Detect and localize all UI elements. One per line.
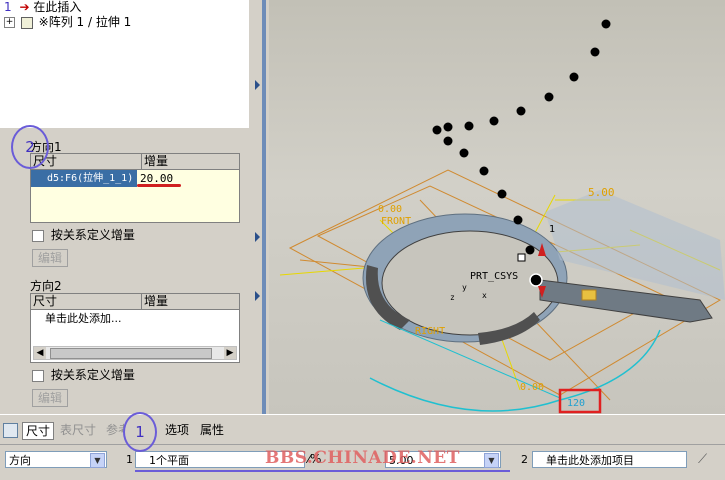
- horizontal-scrollbar[interactable]: ◀ ▶: [33, 346, 237, 360]
- splitter-bar: [262, 0, 266, 414]
- model-view: FRONT RIGHT PRT_CSYS 5.00 0.00 0.00 120 …: [279, 19, 725, 414]
- col-increment: 增量: [144, 154, 169, 168]
- tab-references[interactable]: 参考: [106, 422, 124, 438]
- table-header: 尺寸 增量: [31, 154, 239, 170]
- axis-x: x: [482, 291, 487, 300]
- model-tree: 1 ➔ 在此插入 + ※阵列 1 / 拉伸 1: [0, 0, 250, 128]
- edit-button-1[interactable]: 编辑: [32, 249, 68, 267]
- resize-grip-icon[interactable]: ⟋: [698, 452, 707, 467]
- plane-value: 1个平面: [149, 454, 189, 467]
- label-front: FRONT: [381, 216, 411, 227]
- relation-checkbox-row-1[interactable]: 按关系定义增量: [32, 228, 135, 243]
- handle-square: [517, 253, 526, 262]
- label-dim-bottom: 0.00: [520, 382, 544, 393]
- drag-handle: [529, 273, 543, 287]
- direction1-table: 尺寸 增量 d5:F6(拉伸_1_1) 20.00: [30, 153, 240, 223]
- axis-z: z: [450, 293, 455, 302]
- tab-properties[interactable]: 属性: [200, 422, 224, 438]
- scroll-thumb[interactable]: [50, 348, 212, 359]
- direction2-title: 方向2: [30, 279, 62, 293]
- tab-dimensions[interactable]: 尺寸: [22, 422, 55, 440]
- label-csys: PRT_CSYS: [470, 271, 518, 282]
- relation-checkbox[interactable]: [32, 229, 44, 242]
- dimension-cell[interactable]: d5:F6(拉伸_1_1): [31, 170, 137, 187]
- direction-type-value: 方向: [9, 454, 31, 467]
- direction-type-select[interactable]: 方向 ▼: [5, 451, 107, 468]
- label-dim-5: 5.00: [588, 186, 615, 199]
- label-dim-boxed: 120: [567, 398, 585, 409]
- add-hint[interactable]: 单击此处添加...: [31, 310, 122, 327]
- tab-table-dimensions[interactable]: 表尺寸: [60, 422, 96, 438]
- tree-item-insert-here[interactable]: 1 ➔ 在此插入: [4, 0, 81, 15]
- scroll-right-icon[interactable]: ▶: [224, 347, 236, 359]
- scroll-left-icon[interactable]: ◀: [34, 347, 46, 359]
- relation-label: 按关系定义增量: [50, 368, 135, 382]
- red-underline: [137, 184, 181, 187]
- table-header: 尺寸 增量: [31, 294, 239, 310]
- col-increment: 增量: [144, 294, 169, 308]
- relation-checkbox-row-2[interactable]: 按关系定义增量: [32, 368, 135, 383]
- tree-item-label: ※阵列 1 / 拉伸 1: [38, 15, 132, 29]
- col-dimension: 尺寸: [31, 154, 142, 169]
- label-dim-top: 0.00: [378, 204, 402, 215]
- slot2-field[interactable]: 单击此处添加项目: [532, 451, 687, 468]
- panel-splitter[interactable]: [249, 0, 269, 414]
- watermark: BBS.CHINADE.NET: [265, 448, 460, 468]
- slot2-hint: 单击此处添加项目: [546, 454, 634, 467]
- chevron-down-icon[interactable]: ▼: [90, 453, 105, 468]
- sash-arrow-icon[interactable]: [255, 291, 260, 301]
- dashboard-tabs: 尺寸 表尺寸 参考 选项 属性: [0, 414, 725, 445]
- relation-checkbox[interactable]: [32, 369, 44, 382]
- left-panel: 1 ➔ 在此插入 + ※阵列 1 / 拉伸 1 方向1 尺寸 增量 d5:F6(…: [0, 0, 250, 414]
- callout-1: 1: [123, 412, 157, 452]
- grid-icon[interactable]: [3, 423, 18, 438]
- pattern-icon: [20, 16, 33, 29]
- tree-item-pattern[interactable]: + ※阵列 1 / 拉伸 1: [4, 15, 131, 30]
- edit-button-2[interactable]: 编辑: [32, 389, 68, 407]
- slot2-number: 2: [521, 453, 528, 466]
- col-dimension: 尺寸: [31, 294, 142, 309]
- axis-y: y: [462, 283, 467, 292]
- add-row[interactable]: 单击此处添加...: [31, 310, 239, 327]
- expand-icon[interactable]: +: [4, 17, 15, 28]
- tree-item-label: 在此插入: [33, 0, 82, 14]
- sash-arrow-icon[interactable]: [255, 80, 260, 90]
- table-row[interactable]: d5:F6(拉伸_1_1) 20.00: [31, 170, 239, 187]
- slot1-number: 1: [126, 453, 133, 466]
- direction2-table: 尺寸 增量 单击此处添加... ◀ ▶: [30, 293, 240, 363]
- label-marker-1: 1: [549, 224, 555, 235]
- sash-arrow-icon[interactable]: [255, 232, 260, 242]
- tree-number: 1: [4, 0, 12, 14]
- relation-label: 按关系定义增量: [50, 228, 135, 242]
- underline-annotation: [135, 470, 510, 472]
- tab-options[interactable]: 选项: [165, 422, 189, 438]
- label-right: RIGHT: [415, 326, 445, 337]
- insert-arrow-icon: ➔: [19, 0, 30, 14]
- chevron-down-icon[interactable]: ▼: [484, 453, 499, 468]
- callout-2: 2: [11, 125, 49, 169]
- graphics-viewport[interactable]: FRONT RIGHT PRT_CSYS 5.00 0.00 0.00 120 …: [269, 0, 725, 414]
- dimension-tag: [581, 289, 597, 301]
